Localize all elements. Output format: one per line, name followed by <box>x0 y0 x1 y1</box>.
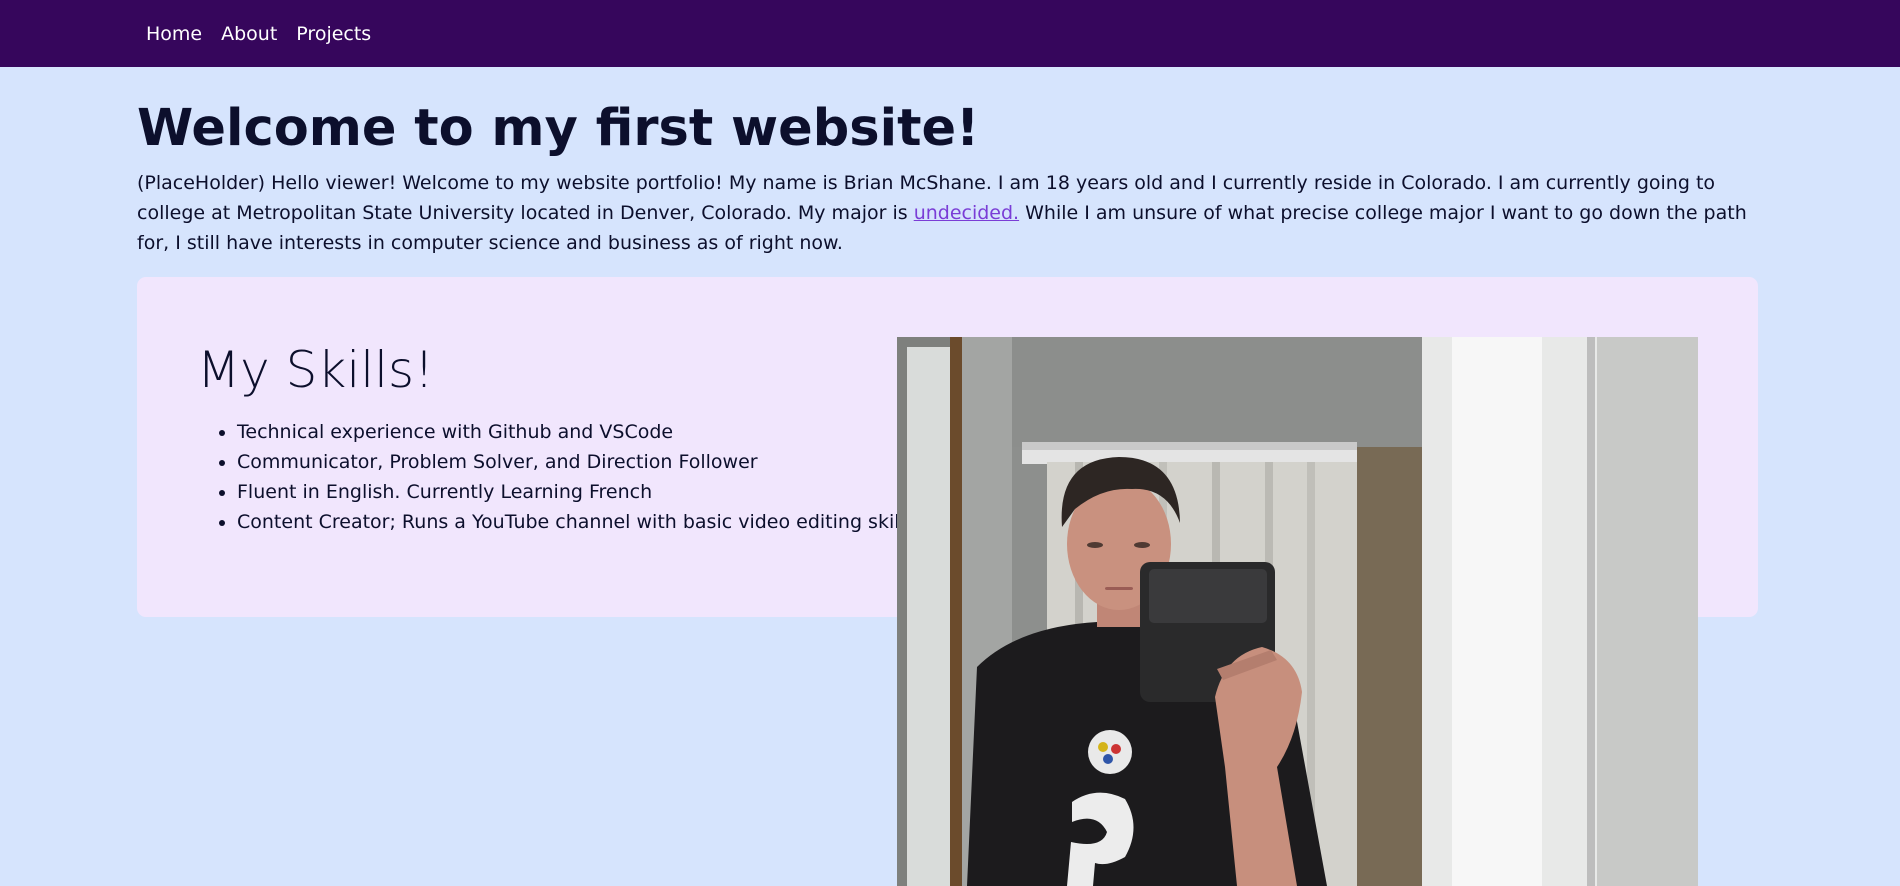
nav-link-home[interactable]: Home <box>146 23 202 45</box>
page-title: Welcome to my first website! <box>137 99 980 158</box>
skill-item: Technical experience with Github and VSC… <box>237 417 915 447</box>
skill-item: Fluent in English. Currently Learning Fr… <box>237 477 915 507</box>
undecided-link[interactable]: undecided. <box>914 202 1019 224</box>
profile-photo <box>897 337 1698 886</box>
navbar: Home About Projects <box>0 0 1900 67</box>
intro-paragraph: (PlaceHolder) Hello viewer! Welcome to m… <box>137 168 1757 258</box>
selfie-image <box>897 337 1698 886</box>
skill-item: Communicator, Problem Solver, and Direct… <box>237 447 915 477</box>
skills-title: My Skills! <box>197 341 435 399</box>
nav-link-projects[interactable]: Projects <box>296 23 371 45</box>
nav-links: Home About Projects <box>146 0 371 67</box>
skills-list: Technical experience with Github and VSC… <box>197 417 915 537</box>
nav-link-about[interactable]: About <box>221 23 277 45</box>
skill-item: Content Creator; Runs a YouTube channel … <box>237 507 915 537</box>
